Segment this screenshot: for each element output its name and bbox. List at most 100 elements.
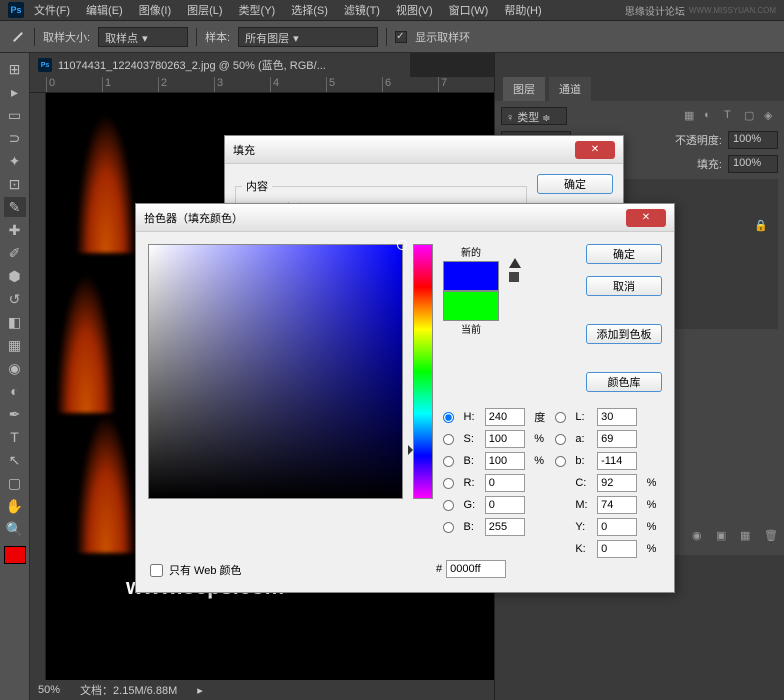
radio-g[interactable] xyxy=(443,500,454,511)
input-bb[interactable] xyxy=(485,518,525,536)
cancel-button[interactable]: 取消 xyxy=(586,276,662,296)
radio-l[interactable] xyxy=(555,412,566,423)
input-y[interactable] xyxy=(597,518,637,536)
filter-pixel-icon[interactable]: ▦ xyxy=(684,109,698,123)
radio-a[interactable] xyxy=(555,434,566,445)
fill-ok-button[interactable]: 确定 xyxy=(537,174,613,194)
ruler-tick: 3 xyxy=(214,77,270,92)
hex-input[interactable] xyxy=(446,560,506,578)
pen-tool[interactable]: ✒ xyxy=(4,404,26,424)
sample-label: 样本: xyxy=(205,29,230,45)
adjust-icon[interactable]: ◉ xyxy=(692,529,706,543)
input-c[interactable] xyxy=(597,474,637,492)
stamp-tool[interactable]: ⬢ xyxy=(4,266,26,286)
fill-dialog-title-bar[interactable]: 填充 ✕ xyxy=(225,136,623,164)
menu-item[interactable]: 选择(S) xyxy=(285,0,334,20)
brush-tool[interactable]: ✐ xyxy=(4,243,26,263)
color-libraries-button[interactable]: 颜色库 xyxy=(586,372,662,392)
ok-button[interactable]: 确定 xyxy=(586,244,662,264)
input-l[interactable] xyxy=(597,408,637,426)
menu-item[interactable]: 文件(F) xyxy=(28,0,76,20)
healing-tool[interactable]: ✚ xyxy=(4,220,26,240)
hue-slider[interactable] xyxy=(413,244,433,499)
gamut-warning-icon[interactable] xyxy=(509,258,521,268)
filter-smart-icon[interactable]: ◈ xyxy=(764,109,778,123)
radio-h[interactable] xyxy=(443,412,454,423)
zoom-value[interactable]: 50% xyxy=(38,684,60,696)
input-k[interactable] xyxy=(597,540,637,558)
menu-item[interactable]: 编辑(E) xyxy=(80,0,129,20)
eraser-tool[interactable]: ◧ xyxy=(4,312,26,332)
radio-r[interactable] xyxy=(443,478,454,489)
tab-channels[interactable]: 通道 xyxy=(549,77,591,101)
shape-tool[interactable]: ▢ xyxy=(4,473,26,493)
menu-item[interactable]: 类型(Y) xyxy=(233,0,282,20)
foreground-color[interactable] xyxy=(4,546,26,564)
radio-lab-b[interactable] xyxy=(555,456,566,467)
menu-item[interactable]: 图层(L) xyxy=(181,0,228,20)
zoom-tool[interactable]: 🔍 xyxy=(4,519,26,539)
trash-icon[interactable]: 🗑 xyxy=(764,529,778,543)
input-a[interactable] xyxy=(597,430,637,448)
websafe-warning-icon[interactable] xyxy=(509,272,519,282)
opacity-input[interactable]: 100% xyxy=(728,131,778,149)
input-r[interactable] xyxy=(485,474,525,492)
forum-title: 思缘设计论坛 xyxy=(625,3,685,18)
blur-tool[interactable]: ◉ xyxy=(4,358,26,378)
fill-opacity-input[interactable]: 100% xyxy=(728,155,778,173)
lasso-tool[interactable]: ⊃ xyxy=(4,128,26,148)
new-color-swatch xyxy=(443,261,499,291)
menu-item[interactable]: 滤镜(T) xyxy=(338,0,386,20)
marquee-tool[interactable]: ▭ xyxy=(4,105,26,125)
document-tab[interactable]: Ps 11074431_122403780263_2.jpg @ 50% (蓝色… xyxy=(30,53,410,77)
menu-item[interactable]: 图像(I) xyxy=(133,0,177,20)
input-s[interactable] xyxy=(485,430,525,448)
filter-adjust-icon[interactable]: ◐ xyxy=(704,109,718,123)
opacity-label: 不透明度: xyxy=(675,132,722,148)
ruler-tick: 1 xyxy=(102,77,158,92)
radio-b[interactable] xyxy=(443,456,454,467)
menu-item[interactable]: 窗口(W) xyxy=(443,0,495,20)
fire-image xyxy=(76,413,136,553)
filesize-value: 文档：2.15M/6.88M xyxy=(80,682,177,698)
history-brush-tool[interactable]: ↺ xyxy=(4,289,26,309)
radio-bb[interactable] xyxy=(443,522,454,533)
menu-item[interactable]: 视图(V) xyxy=(390,0,439,20)
folder-icon[interactable]: ▣ xyxy=(716,529,730,543)
crop-tool[interactable]: ⊡ xyxy=(4,174,26,194)
filter-type-icon[interactable]: T xyxy=(724,109,738,123)
show-ring-checkbox[interactable] xyxy=(395,31,407,43)
input-b[interactable] xyxy=(485,452,525,470)
move-tool[interactable]: ▸ xyxy=(4,82,26,102)
ruler-tick: 4 xyxy=(270,77,326,92)
sample-size-select[interactable]: 取样点▾ xyxy=(98,27,188,47)
close-button[interactable]: ✕ xyxy=(626,209,666,227)
filter-shape-icon[interactable]: ▢ xyxy=(744,109,758,123)
dodge-tool[interactable]: ◐ xyxy=(4,381,26,401)
input-h[interactable] xyxy=(485,408,525,426)
gradient-tool[interactable]: ▦ xyxy=(4,335,26,355)
handles-icon[interactable]: ⊞ xyxy=(4,59,26,79)
document-title: 11074431_122403780263_2.jpg @ 50% (蓝色, R… xyxy=(58,57,326,73)
tab-layers[interactable]: 图层 xyxy=(503,77,545,101)
saturation-value-field[interactable] xyxy=(148,244,403,499)
add-to-swatches-button[interactable]: 添加到色板 xyxy=(586,324,662,344)
type-tool[interactable]: T xyxy=(4,427,26,447)
input-m[interactable] xyxy=(597,496,637,514)
sample-select[interactable]: 所有图层▾ xyxy=(238,27,378,47)
input-lab-b[interactable] xyxy=(597,452,637,470)
new-layer-icon[interactable]: ▦ xyxy=(740,529,754,543)
web-only-checkbox[interactable] xyxy=(150,564,163,577)
wand-tool[interactable]: ✦ xyxy=(4,151,26,171)
ruler-tick: 7 xyxy=(438,77,494,92)
menu-item[interactable]: 帮助(H) xyxy=(498,0,547,20)
ruler-tick: 6 xyxy=(382,77,438,92)
hand-tool[interactable]: ✋ xyxy=(4,496,26,516)
radio-s[interactable] xyxy=(443,434,454,445)
filter-kind-select[interactable]: ♀ 类型 ≑ xyxy=(501,107,567,125)
input-g[interactable] xyxy=(485,496,525,514)
picker-title-bar[interactable]: 拾色器（填充颜色） ✕ xyxy=(136,204,674,232)
path-tool[interactable]: ↖ xyxy=(4,450,26,470)
eyedropper-tool[interactable]: ✎ xyxy=(4,197,26,217)
close-button[interactable]: ✕ xyxy=(575,141,615,159)
